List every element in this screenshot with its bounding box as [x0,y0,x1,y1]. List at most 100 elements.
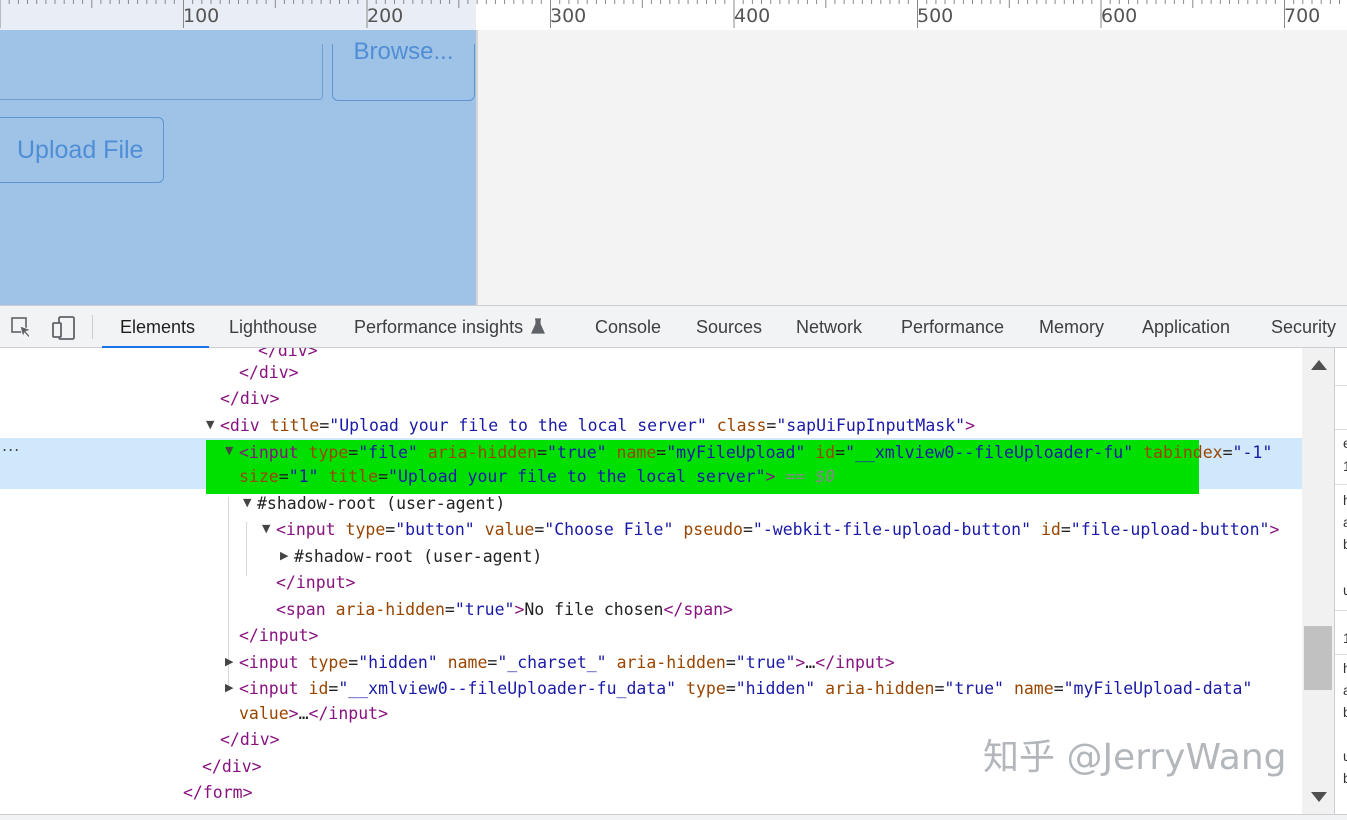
tab-application[interactable]: Application [1142,306,1230,348]
attr-name: value [239,704,289,723]
attr-value: "myFileUpload" [666,443,806,462]
pane-divider [1335,484,1347,485]
browse-button[interactable]: Browse... [332,40,475,101]
tag-end: > [795,653,806,672]
upload-file-button[interactable]: Upload File [0,117,164,183]
attr-name: name [1013,679,1054,698]
pane-text-fragment: e [1343,435,1347,451]
inspect-element-icon[interactable] [11,317,33,339]
indent-guide [246,522,247,576]
tree-row-hidden-data[interactable]: <input id="__xmlview0--fileUploader-fu_d… [239,676,1252,702]
attr-value: "true" [454,600,515,619]
tab-console[interactable]: Console [595,306,661,348]
collapse-triangle-icon[interactable]: ▶ [225,649,233,675]
tree-row-close-div[interactable]: </div> [220,386,280,412]
collapse-triangle-icon[interactable]: ▶ [225,675,233,701]
expand-triangle-icon[interactable]: ▼ [225,438,233,464]
attr-name: size [239,467,279,486]
tab-elements[interactable]: Elements [120,306,195,348]
attr-name: type [686,679,726,698]
attr-name: id [1040,520,1061,539]
closing-tag: </div> [220,730,280,749]
tree-row-close-div[interactable]: </div> [220,727,280,753]
scroll-down-arrow-icon[interactable] [1311,792,1327,802]
attr-value: "true" [735,653,796,672]
closing-tag: </input> [308,704,389,723]
tree-row-close-input[interactable]: </input> [239,623,318,649]
elements-scrollbar[interactable] [1302,348,1334,817]
tree-row-close-form[interactable]: </form> [183,780,253,806]
tab-network[interactable]: Network [796,306,862,348]
tag-end: > [1269,520,1280,539]
attr-name: class [716,416,767,435]
attr-value: "myFileUpload-data" [1063,679,1253,698]
tree-row-file-input[interactable]: <input type="file" aria-hidden="true" na… [239,440,1272,466]
flask-icon [531,318,546,334]
tree-row-shadow-root[interactable]: #shadow-root (user-agent) [257,491,505,517]
attr-value: "1" [288,467,319,486]
closing-tag: </input> [276,573,356,592]
tab-performance-insights-label: Performance insights [354,317,524,337]
file-path-input[interactable] [0,44,323,100]
pane-text-fragment: u [1343,582,1347,598]
shadow-root-label: #shadow-root (user-agent) [257,494,506,513]
attr-value: "true" [944,679,1004,698]
attr-value: "-1" [1232,443,1273,462]
shadow-root-label: #shadow-root (user-agent) [294,547,543,566]
expand-triangle-icon[interactable]: ▼ [262,516,270,542]
attr-name: aria-hidden [825,679,935,698]
scroll-thumb[interactable] [1304,626,1332,690]
attr-value: "hidden" [735,679,816,698]
attr-value: "Upload your file to the local server" [329,416,707,435]
tree-row-hidden-charset[interactable]: <input type="hidden" name="_charset_" ar… [239,650,895,676]
pane-text-fragment: a [1343,682,1347,698]
collapsed-ellipsis: … [298,704,309,723]
tree-row-hidden-data-cont[interactable]: value>…</input> [239,701,388,727]
pane-text-fragment: 1 [1343,458,1347,474]
ruler-label: 300 [550,5,587,27]
breadcrumb-bar [0,814,1347,820]
pane-text-fragment: b [1343,536,1347,552]
tree-row-close-div[interactable]: </div> [202,754,262,780]
attr-value: "file-upload-button" [1070,520,1270,539]
tab-performance-insights[interactable]: Performance insights [354,306,546,348]
horizontal-ruler: 100 200 300 400 500 600 700 [0,0,1347,30]
attr-value: "Choose File" [544,520,674,539]
pane-text-fragment: 1 [1343,630,1347,646]
tree-row-input-button[interactable]: <input type="button" value="Choose File"… [276,517,1279,543]
attr-name: aria-hidden [427,443,538,462]
ruler-label: 700 [1284,5,1321,27]
tab-memory[interactable]: Memory [1039,306,1104,348]
expand-triangle-icon[interactable]: ▼ [206,412,214,438]
attr-name: type [308,653,349,672]
tree-row-shadow-root-inner[interactable]: #shadow-root (user-agent) [294,544,542,570]
element-highlight-overlay: Browse... Upload File [0,30,476,305]
console-ref-marker: == $0 [785,467,836,486]
styles-side-pane: e 1 h a b u 1 h a b u b [1334,348,1347,817]
closing-tag: </div> [220,389,280,408]
tree-row-file-input-cont[interactable]: size="1" title="Upload your file to the … [239,464,835,490]
expand-triangle-icon[interactable]: ▼ [243,490,251,516]
tab-performance[interactable]: Performance [901,306,1004,348]
tree-row-span[interactable]: <span aria-hidden="true">No file chosen<… [276,597,733,623]
scroll-up-arrow-icon[interactable] [1311,360,1327,370]
watermark: 知乎 @JerryWang [983,737,1287,778]
collapse-triangle-icon[interactable]: ▶ [280,543,288,569]
tab-sources[interactable]: Sources [696,306,762,348]
attr-name: aria-hidden [616,653,726,672]
tree-row-div-mask[interactable]: <div title="Upload your file to the loca… [220,413,975,439]
attr-name: id [308,679,329,698]
tag-name: <span [276,600,326,619]
tag-end: > [965,416,976,435]
attr-value: "file" [358,443,418,462]
attr-value: "sapUiFupInputMask" [776,416,966,435]
tab-lighthouse[interactable]: Lighthouse [229,306,317,348]
tab-security[interactable]: Security [1271,306,1336,348]
more-actions-icon[interactable]: ... [2,436,20,455]
attr-name: pseudo [683,520,743,539]
collapsed-ellipsis: … [805,653,816,672]
page-viewport: 100 200 300 400 500 600 700 Browse... Up… [0,0,1347,305]
tree-row-close-div[interactable]: </div> [239,360,299,386]
device-toolbar-icon[interactable] [51,315,77,341]
tree-row-close-input[interactable]: </input> [276,570,355,596]
